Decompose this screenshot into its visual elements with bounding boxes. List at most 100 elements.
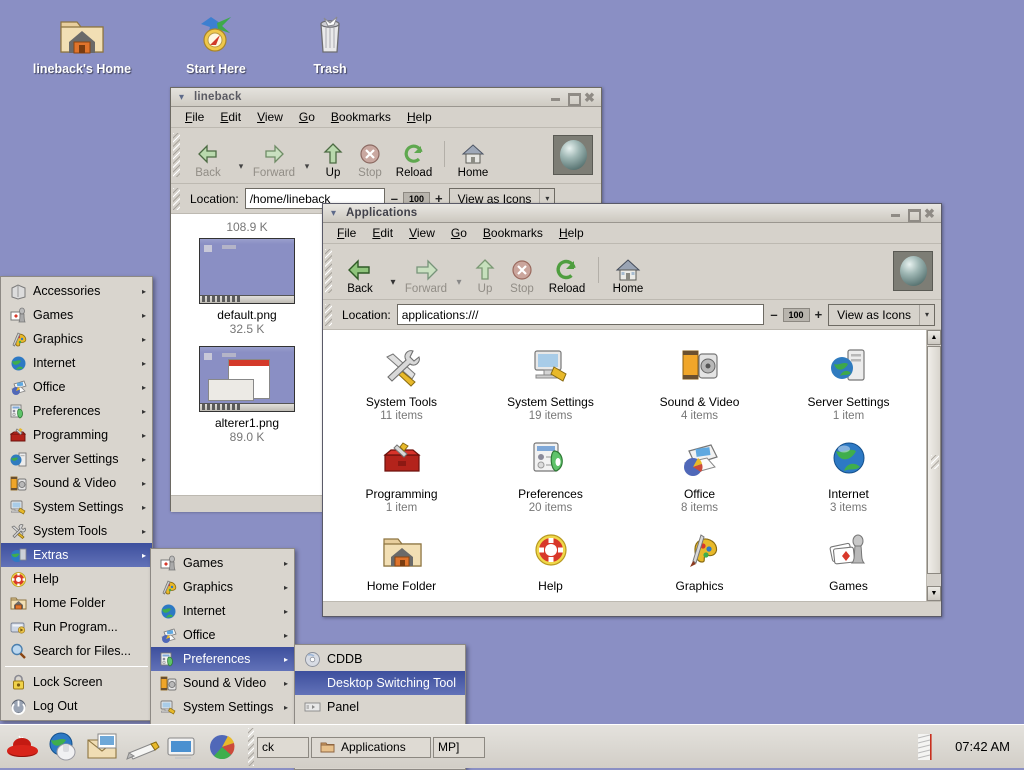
list-item[interactable]: Graphics xyxy=(625,522,774,601)
locationbar-grip[interactable] xyxy=(325,303,332,326)
menu-item-graphics[interactable]: Graphics ▸ xyxy=(151,575,294,599)
menu-item-office[interactable]: Office ▸ xyxy=(1,375,152,399)
menu-edit[interactable]: Edit xyxy=(212,108,249,126)
view-as-select[interactable]: View as Icons ▾ xyxy=(828,303,935,326)
text-editor-icon[interactable] xyxy=(124,727,162,767)
forward-dropdown[interactable]: ▾ xyxy=(298,153,316,181)
menu-file[interactable]: File xyxy=(329,224,364,242)
titlebar-applications[interactable]: ▾ Applications ✖ xyxy=(323,204,941,223)
menu-item-preferences[interactable]: Preferences ▸ xyxy=(1,399,152,423)
toolbar-grip[interactable] xyxy=(173,132,180,177)
scrollbar-thumb[interactable] xyxy=(927,346,941,574)
menu-item-games[interactable]: Games ▸ xyxy=(151,551,294,575)
vertical-scrollbar[interactable]: ▲ ▼ xyxy=(926,330,941,601)
list-item[interactable]: Programming 1 item xyxy=(327,430,476,522)
spreadsheet-icon[interactable] xyxy=(204,727,242,767)
taskbar-button-gimp[interactable]: MP] xyxy=(433,736,485,758)
list-item[interactable]: Help xyxy=(476,522,625,601)
menu-item-games[interactable]: Games ▸ xyxy=(1,303,152,327)
minimize-button[interactable] xyxy=(889,207,902,220)
taskbar-button-lineback[interactable]: ck xyxy=(257,736,309,758)
menu-item-preferences[interactable]: Preferences ▸ xyxy=(151,647,294,671)
web-browser-icon[interactable] xyxy=(44,727,82,767)
menu-item-search-for-files[interactable]: Search for Files... xyxy=(1,639,152,663)
list-item[interactable]: System Settings 19 items xyxy=(476,338,625,430)
tray-monitor-icon[interactable] xyxy=(915,730,937,764)
menu-go[interactable]: Go xyxy=(443,224,475,242)
titlebar-lineback[interactable]: ▾ lineback ✖ xyxy=(171,88,601,107)
taskbar-grip[interactable] xyxy=(248,727,254,766)
menu-item-internet[interactable]: Internet ▸ xyxy=(1,351,152,375)
menu-item-programming[interactable]: Programming ▸ xyxy=(1,423,152,447)
menu-item-cddb[interactable]: CDDB xyxy=(295,647,465,671)
menu-item-internet[interactable]: Internet ▸ xyxy=(151,599,294,623)
list-item[interactable]: Internet 3 items xyxy=(774,430,923,522)
email-icon[interactable] xyxy=(84,727,122,767)
zoom-control[interactable]: – 100 + xyxy=(770,307,822,322)
list-item[interactable]: Office 8 items xyxy=(625,430,774,522)
menu-help[interactable]: Help xyxy=(399,108,440,126)
menu-item-accessories[interactable]: Accessories ▸ xyxy=(1,279,152,303)
window-menu-icon[interactable]: ▾ xyxy=(326,207,341,220)
menu-bookmarks[interactable]: Bookmarks xyxy=(323,108,399,126)
stop-button[interactable]: Stop xyxy=(350,141,390,181)
list-item[interactable]: Preferences 20 items xyxy=(476,430,625,522)
menu-item-panel[interactable]: Panel xyxy=(295,695,465,719)
up-button[interactable]: Up xyxy=(316,141,350,181)
menu-item-desktop-switching-tool[interactable]: Desktop Switching Tool xyxy=(295,671,465,695)
locationbar-grip[interactable] xyxy=(173,187,180,210)
menu-go[interactable]: Go xyxy=(291,108,323,126)
menu-item-lock-screen[interactable]: Lock Screen xyxy=(1,670,152,694)
menu-item-system-settings[interactable]: System Settings ▸ xyxy=(1,495,152,519)
reload-button[interactable]: Reload xyxy=(390,141,438,181)
menu-edit[interactable]: Edit xyxy=(364,224,401,242)
desktop-icon-start-here[interactable]: Start Here xyxy=(166,4,266,76)
list-item[interactable]: Home Folder xyxy=(327,522,476,601)
zoom-in-button[interactable]: + xyxy=(815,307,823,322)
list-item[interactable]: System Tools 11 items xyxy=(327,338,476,430)
menu-view[interactable]: View xyxy=(249,108,291,126)
forward-button[interactable]: Forward xyxy=(402,257,450,297)
back-button[interactable]: Back xyxy=(336,257,384,297)
chevron-down-icon[interactable]: ▾ xyxy=(919,304,934,325)
window-applications[interactable]: ▾ Applications ✖ File Edit View Go Bookm… xyxy=(322,203,942,617)
menu-bookmarks[interactable]: Bookmarks xyxy=(475,224,551,242)
back-dropdown[interactable]: ▾ xyxy=(384,269,402,297)
minimize-button[interactable] xyxy=(549,91,562,104)
forward-button[interactable]: Forward xyxy=(250,141,298,181)
menu-help[interactable]: Help xyxy=(551,224,592,242)
menu-item-system-settings[interactable]: System Settings ▸ xyxy=(151,695,294,719)
menu-item-sound-video[interactable]: Sound & Video ▸ xyxy=(151,671,294,695)
menu-item-extras[interactable]: Extras ▸ xyxy=(1,543,152,567)
menubar-applications[interactable]: File Edit View Go Bookmarks Help xyxy=(323,223,941,244)
desktop-icon-trash[interactable]: Trash xyxy=(280,4,380,76)
close-button[interactable]: ✖ xyxy=(923,207,936,220)
menu-item-graphics[interactable]: Graphics ▸ xyxy=(1,327,152,351)
desktop-icon-home[interactable]: lineback's Home xyxy=(12,4,152,76)
stop-button[interactable]: Stop xyxy=(502,257,542,297)
scroll-up-button[interactable]: ▲ xyxy=(927,330,941,345)
main-menu[interactable]: Accessories ▸ Games ▸ Graphics ▸ Interne… xyxy=(0,276,153,721)
menu-item-log-out[interactable]: Log Out xyxy=(1,694,152,718)
toolbar-grip[interactable] xyxy=(325,248,332,293)
redhat-menu-icon[interactable] xyxy=(4,727,42,767)
menu-item-run-program[interactable]: Run Program... xyxy=(1,615,152,639)
location-input[interactable]: applications:/// xyxy=(396,304,765,325)
menu-view[interactable]: View xyxy=(401,224,443,242)
presentation-icon[interactable] xyxy=(164,727,202,767)
home-button[interactable]: Home xyxy=(451,141,495,181)
zoom-out-button[interactable]: – xyxy=(770,307,777,322)
file-item[interactable]: alterer1.png 89.0 K xyxy=(171,346,323,444)
list-item[interactable]: Games xyxy=(774,522,923,601)
file-item[interactable]: default.png 32.5 K xyxy=(171,238,323,336)
icon-view-applications[interactable]: System Tools 11 items System Settings 19… xyxy=(323,330,941,601)
back-dropdown[interactable]: ▾ xyxy=(232,153,250,181)
up-button[interactable]: Up xyxy=(468,257,502,297)
menu-file[interactable]: File xyxy=(177,108,212,126)
menu-item-home-folder[interactable]: Home Folder xyxy=(1,591,152,615)
close-button[interactable]: ✖ xyxy=(583,91,596,104)
menu-item-help[interactable]: Help xyxy=(1,567,152,591)
forward-dropdown[interactable]: ▾ xyxy=(450,269,468,297)
home-button[interactable]: Home xyxy=(605,257,651,297)
extras-submenu[interactable]: Games ▸ Graphics ▸ Internet ▸ Office ▸ P… xyxy=(150,548,295,746)
